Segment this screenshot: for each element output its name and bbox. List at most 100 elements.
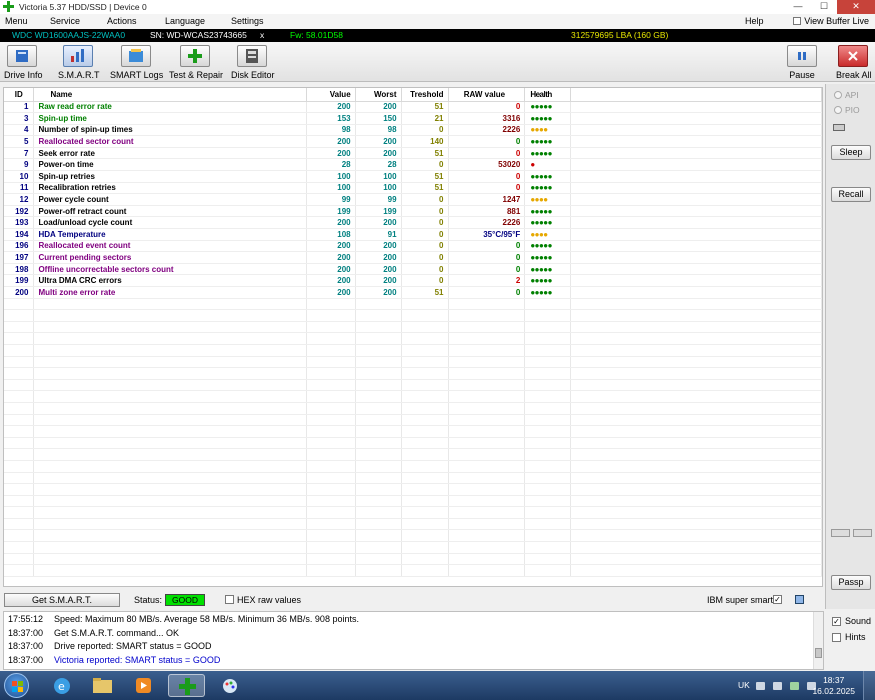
taskbar-paint[interactable] bbox=[212, 674, 249, 697]
sound-toggle[interactable]: ✓ Sound bbox=[832, 616, 871, 626]
break-all-button[interactable]: Break All bbox=[836, 45, 872, 80]
maximize-button[interactable]: ☐ bbox=[811, 0, 837, 14]
passp-button[interactable]: Passp bbox=[831, 575, 871, 590]
menu-language[interactable]: Language bbox=[165, 16, 205, 26]
color-indicator-box[interactable] bbox=[795, 595, 804, 604]
table-row[interactable]: 193 Load/unload cycle count 200 200 0 2226 ●●●… bbox=[4, 216, 822, 230]
mini-button-left[interactable] bbox=[831, 529, 850, 537]
sound-checkbox[interactable]: ✓ bbox=[832, 616, 841, 626]
minimize-button[interactable]: — bbox=[785, 0, 811, 14]
table-row[interactable]: 196 Reallocated event count 200 200 0 0 ●●●●● bbox=[4, 240, 822, 253]
pio-radio-circle[interactable] bbox=[834, 106, 842, 114]
table-row[interactable]: 200 Multi zone error rate 200 200 51 0 ●●●●● bbox=[4, 286, 822, 299]
table-row[interactable]: 5 Reallocated sector count 200 200 140 0 ●●●●● bbox=[4, 135, 822, 148]
taskbar-victoria[interactable] bbox=[168, 674, 205, 697]
view-buffer-live-checkbox[interactable] bbox=[793, 17, 802, 25]
pio-radio[interactable]: PIO bbox=[834, 105, 860, 115]
drive-info-button[interactable]: Drive Info bbox=[4, 45, 43, 80]
api-radio-circle[interactable] bbox=[834, 91, 842, 99]
attr-treshold-cell: 51 bbox=[401, 286, 449, 299]
log-scrollbar-thumb[interactable] bbox=[815, 648, 822, 658]
close-button[interactable]: ✕ bbox=[837, 0, 875, 14]
attr-worst-cell: 200 bbox=[355, 274, 402, 287]
paint-icon bbox=[223, 679, 237, 693]
table-row[interactable]: 7 Seek error rate 200 200 51 0 ●●●●● bbox=[4, 147, 822, 160]
empty-cell bbox=[355, 553, 402, 566]
empty-cell bbox=[306, 553, 356, 566]
language-indicator[interactable]: UK bbox=[738, 680, 750, 690]
sleep-button[interactable]: Sleep bbox=[831, 145, 871, 160]
table-row[interactable]: 199 Ultra DMA CRC errors 200 200 0 2 ●●●●● bbox=[4, 274, 822, 287]
hints-toggle[interactable]: Hints bbox=[832, 632, 866, 642]
view-buffer-live-toggle[interactable]: View Buffer Live bbox=[793, 16, 869, 26]
empty-cell bbox=[524, 379, 572, 392]
hex-raw-checkbox[interactable] bbox=[225, 595, 234, 604]
hints-label: Hints bbox=[845, 632, 866, 642]
attr-value-cell: 99 bbox=[306, 193, 356, 206]
col-health-header[interactable]: Health bbox=[524, 88, 572, 102]
get-smart-button[interactable]: Get S.M.A.R.T. bbox=[4, 593, 120, 607]
smart-logs-button[interactable]: SMART Logs bbox=[110, 45, 163, 80]
table-row[interactable]: 3 Spin-up time 153 150 21 3316 ●●●●● bbox=[4, 112, 822, 125]
table-row[interactable]: 9 Power-on time 28 28 0 53020 ● bbox=[4, 158, 822, 172]
table-row[interactable]: 197 Current pending sectors 200 200 0 0 ●●●●● bbox=[4, 251, 822, 264]
start-button[interactable] bbox=[4, 673, 29, 698]
col-treshold-header[interactable]: Treshold bbox=[401, 88, 449, 102]
table-row[interactable]: 4 Number of spin-up times 98 98 0 2226 ●●●● bbox=[4, 124, 822, 137]
taskbar-explorer[interactable] bbox=[84, 674, 121, 697]
col-id-header[interactable]: ID bbox=[4, 88, 35, 102]
col-worst-header[interactable]: Worst bbox=[355, 88, 402, 102]
attr-value-cell: 199 bbox=[306, 205, 356, 218]
system-clock[interactable]: 18:37 16.02.2025 bbox=[812, 675, 855, 697]
api-radio[interactable]: API bbox=[834, 90, 859, 100]
hints-checkbox[interactable] bbox=[832, 632, 841, 642]
attr-name-cell: Seek error rate bbox=[33, 147, 307, 160]
menu-actions[interactable]: Actions bbox=[107, 16, 137, 26]
menu-service[interactable]: Service bbox=[50, 16, 80, 26]
attr-raw-cell: 3316 bbox=[448, 112, 526, 125]
table-row[interactable]: 1 Raw read error rate 200 200 51 0 ●●●●● bbox=[4, 101, 822, 114]
log-panel[interactable]: 17:55:12 Speed: Maximum 80 MB/s. Average … bbox=[3, 611, 824, 670]
attr-treshold-cell: 0 bbox=[401, 240, 449, 253]
taskbar-media-player[interactable] bbox=[125, 674, 162, 697]
serial-close-glyph[interactable]: x bbox=[260, 30, 264, 40]
attr-health-cell: ●●●●● bbox=[524, 182, 572, 195]
menu-help[interactable]: Help bbox=[745, 16, 764, 26]
table-row[interactable]: 194 HDA Temperature 108 91 0 35°C/95°F ●●●● bbox=[4, 228, 822, 241]
empty-cell bbox=[306, 518, 356, 531]
empty-cell bbox=[33, 437, 307, 450]
attr-value-cell: 200 bbox=[306, 263, 356, 276]
pause-button[interactable]: Pause bbox=[787, 45, 817, 80]
mini-button-right[interactable] bbox=[853, 529, 872, 537]
recall-button[interactable]: Recall bbox=[831, 187, 871, 202]
table-row[interactable]: 12 Power cycle count 99 99 0 1247 ●●●● bbox=[4, 193, 822, 206]
tray-network-icon[interactable] bbox=[790, 682, 799, 690]
test-repair-button[interactable]: Test & Repair bbox=[169, 45, 223, 80]
show-desktop-button[interactable] bbox=[863, 671, 875, 700]
col-raw-header[interactable]: RAW value bbox=[448, 88, 526, 102]
drive-info-icon bbox=[7, 45, 37, 67]
empty-cell bbox=[306, 460, 356, 473]
smart-button[interactable]: S.M.A.R.T bbox=[58, 45, 100, 80]
tray-flag-icon[interactable] bbox=[756, 682, 765, 690]
table-row[interactable]: 198 Offline uncorrectable sectors count 20… bbox=[4, 263, 822, 276]
empty-cell bbox=[401, 495, 449, 508]
col-name-header[interactable]: Name bbox=[33, 88, 307, 102]
disk-editor-button[interactable]: Disk Editor bbox=[231, 45, 275, 80]
empty-cell bbox=[448, 298, 526, 311]
tray-display-icon[interactable] bbox=[773, 682, 782, 690]
empty-cell bbox=[401, 425, 449, 438]
taskbar-ie[interactable]: e bbox=[44, 674, 81, 697]
log-scrollbar[interactable] bbox=[813, 612, 823, 669]
smart-attributes-table[interactable]: ID Name Value Worst Treshold RAW value H… bbox=[3, 87, 823, 587]
table-row[interactable]: 11 Recalibration retries 100 100 51 0 ●●●●● bbox=[4, 182, 822, 195]
menu-menu[interactable]: Menu bbox=[5, 16, 28, 26]
empty-cell bbox=[33, 506, 307, 519]
menu-settings[interactable]: Settings bbox=[231, 16, 264, 26]
empty-table-row bbox=[4, 564, 822, 577]
ibm-super-smart-checkbox[interactable]: ✓ bbox=[773, 595, 782, 604]
table-row[interactable]: 10 Spin-up retries 100 100 51 0 ●●●●● bbox=[4, 170, 822, 183]
empty-cell bbox=[4, 332, 35, 345]
table-row[interactable]: 192 Power-off retract count 199 199 0 881 ●●●●… bbox=[4, 205, 822, 218]
col-value-header[interactable]: Value bbox=[306, 88, 356, 102]
